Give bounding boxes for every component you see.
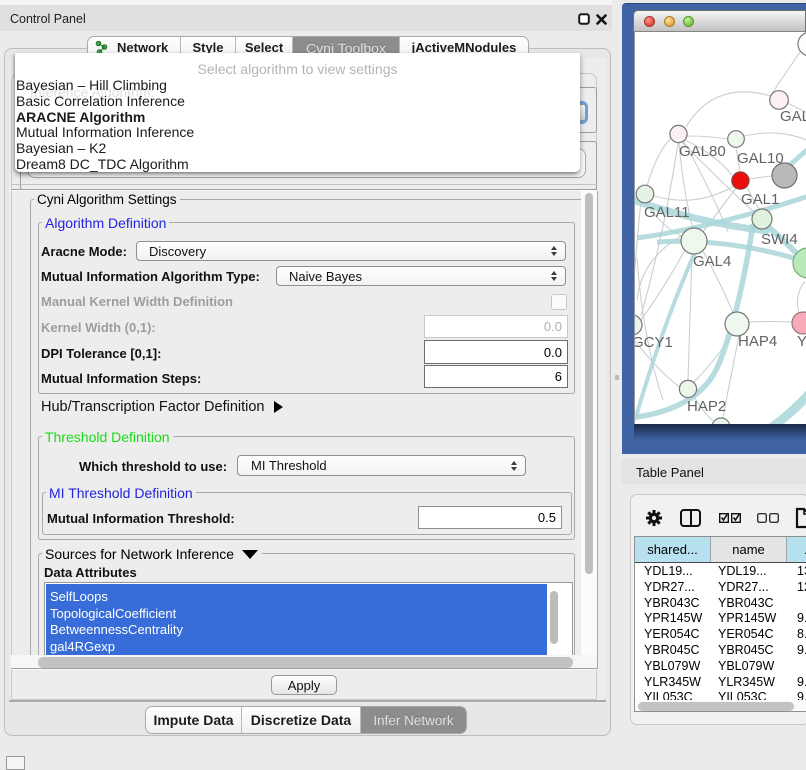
svg-text:GAL80: GAL80 <box>679 143 726 160</box>
svg-text:GAL4: GAL4 <box>693 253 731 270</box>
svg-text:GAL11: GAL11 <box>644 204 690 221</box>
svg-text:SWI4: SWI4 <box>761 231 798 248</box>
svg-text:HAP2: HAP2 <box>687 398 726 415</box>
svg-text:GCY1: GCY1 <box>634 334 673 351</box>
svg-text:Y: Y <box>797 333 806 350</box>
svg-text:GAL1: GAL1 <box>741 191 779 208</box>
svg-text:GAL7: GAL7 <box>780 108 806 125</box>
svg-text:GAL10: GAL10 <box>737 150 784 167</box>
svg-text:HAP4: HAP4 <box>738 333 777 350</box>
